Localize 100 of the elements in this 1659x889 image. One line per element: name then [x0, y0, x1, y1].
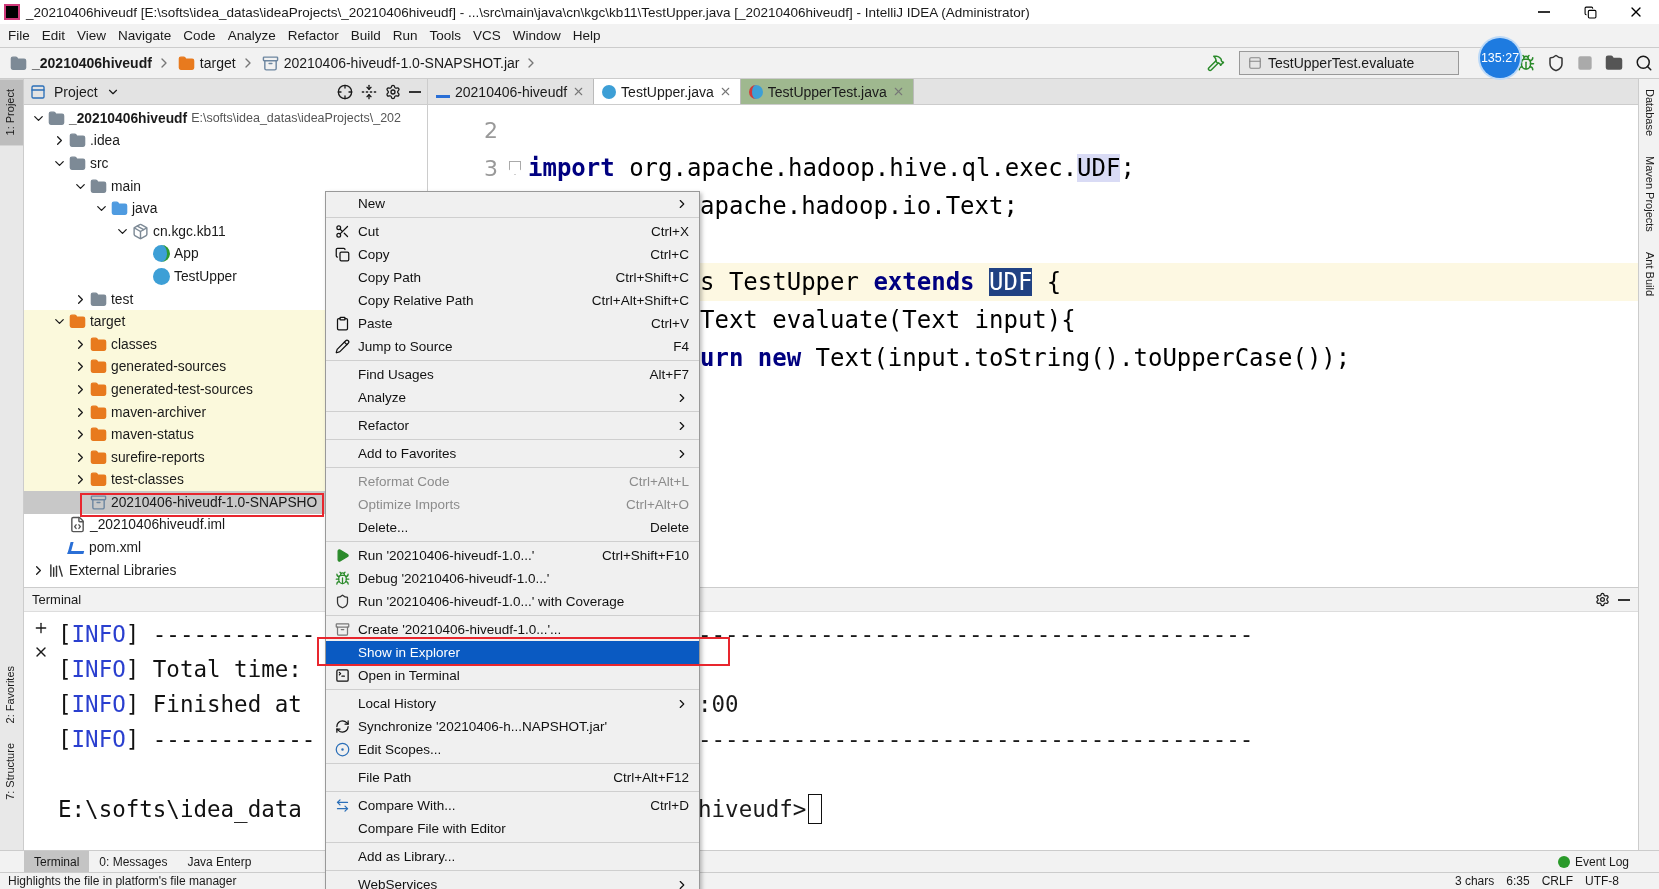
- archive-icon: [334, 622, 350, 637]
- encoding[interactable]: UTF-8: [1585, 874, 1659, 888]
- terminal-output: E:\softs\idea_data: [58, 795, 303, 822]
- minimize-icon[interactable]: [409, 90, 421, 93]
- menu-item[interactable]: Help: [566, 28, 607, 43]
- menu-item[interactable]: Refactor: [281, 28, 345, 43]
- terminal-output: [INFO] Total time:: [58, 655, 303, 682]
- terminal-output: :00: [698, 690, 739, 717]
- tool-window-tab[interactable]: 1: Project: [0, 79, 23, 146]
- tool-tab[interactable]: Terminal: [24, 851, 90, 872]
- menu-item[interactable]: Show in Explorer: [326, 641, 699, 664]
- menu-item[interactable]: Debug '20210406-hiveudf-1.0...': [326, 567, 699, 590]
- project-path: E:\softs\idea_datas\ideaProjects\_202: [191, 111, 401, 126]
- menu-item[interactable]: Open in Terminal: [326, 664, 699, 687]
- menu-item[interactable]: Edit Scopes...: [326, 738, 699, 761]
- arrows-icon: [334, 798, 350, 813]
- menu-item[interactable]: Synchronize '20210406-h...NAPSHOT.jar': [326, 715, 699, 738]
- tree-item[interactable]: src: [24, 152, 427, 175]
- menu-item[interactable]: Copy Ctrl+C: [326, 243, 699, 266]
- menu-item[interactable]: Code: [177, 28, 222, 43]
- bug-icon[interactable]: [1517, 54, 1535, 72]
- menu-item[interactable]: Run: [386, 28, 424, 43]
- minimize-icon[interactable]: [1618, 598, 1630, 601]
- tool-window-tab[interactable]: 2: Favorites: [0, 655, 23, 734]
- panel-title: Terminal: [32, 592, 82, 607]
- menu-item[interactable]: File: [2, 28, 36, 43]
- jar-icon: [261, 54, 279, 72]
- tool-window-tab[interactable]: 7: Structure: [0, 733, 23, 810]
- terminal-output: -----------------------------------------: [698, 620, 1254, 647]
- tool-window-tab[interactable]: Database: [1639, 79, 1659, 147]
- menu-item[interactable]: Window: [506, 28, 567, 43]
- editor-tab[interactable]: TestUpperTest.java: [740, 79, 914, 104]
- folder-icon: [90, 380, 107, 398]
- tool-tab[interactable]: 0: Messages: [89, 851, 178, 872]
- project-structure-icon[interactable]: [1605, 54, 1623, 72]
- copy-icon: [334, 247, 350, 262]
- app-logo: [4, 4, 20, 20]
- folder-icon: [90, 358, 107, 376]
- menu-item[interactable]: File Path Ctrl+Alt+F12: [326, 766, 699, 789]
- menu-item[interactable]: Run '20210406-hiveudf-1.0...' with Coverage: [326, 590, 699, 613]
- menu-item[interactable]: Cut Ctrl+X: [326, 220, 699, 243]
- search-icon[interactable]: [1635, 54, 1653, 72]
- tool-tab[interactable]: Java Enterp: [177, 851, 262, 872]
- folder-icon: [69, 155, 86, 172]
- tree-item[interactable]: _20210406hiveudf E:\softs\idea_datas\ideaProjects\_202: [24, 107, 427, 130]
- folder-icon: [90, 448, 107, 466]
- radio-icon: [334, 742, 350, 757]
- breadcrumb[interactable]: target: [199, 55, 240, 71]
- code-line: Text evaluate(Text input){: [700, 306, 1076, 334]
- editor-tab[interactable]: TestUpper.java: [594, 79, 741, 104]
- shield-icon: [334, 594, 350, 609]
- settings-icon: [385, 83, 401, 100]
- menu-item[interactable]: Copy Relative Path Ctrl+Alt+Shift+C: [326, 289, 699, 312]
- menu-item[interactable]: Run '20210406-hiveudf-1.0...' Ctrl+Shift+F10: [326, 544, 699, 567]
- code-line: apache.hadoop.io.Text;: [700, 192, 1018, 220]
- status-message: Highlights the file in platform's file manager: [8, 874, 237, 888]
- breadcrumb[interactable]: _20210406hiveudf: [32, 55, 156, 71]
- config-icon: [1248, 56, 1262, 70]
- menu-item[interactable]: Add to Favorites: [326, 442, 699, 465]
- class-icon: [153, 267, 170, 285]
- caret-position[interactable]: 6:35: [1506, 874, 1530, 888]
- menu-item[interactable]: Analyze: [221, 28, 282, 43]
- menu-item[interactable]: Build: [344, 28, 387, 43]
- menu-item[interactable]: WebServices: [326, 873, 699, 889]
- terminal-output: [INFO] ------------: [58, 620, 317, 647]
- module-folder-icon: [48, 109, 65, 127]
- package-icon: [132, 222, 149, 240]
- line-separator[interactable]: CRLF: [1541, 874, 1573, 888]
- menu-item[interactable]: View: [71, 28, 113, 43]
- menu-item[interactable]: Add as Library...: [326, 845, 699, 868]
- tree-item[interactable]: .idea: [24, 129, 427, 153]
- menu-item[interactable]: Local History: [326, 692, 699, 715]
- menu-item[interactable]: VCS: [467, 28, 507, 43]
- code-line: import org.apache.hadoop.hive.ql.exec.UDF;: [528, 154, 1135, 182]
- panel-title[interactable]: Project: [54, 83, 98, 100]
- menu-item[interactable]: Compare File with Editor: [326, 817, 699, 840]
- bug-icon: [334, 571, 350, 586]
- menu-item[interactable]: Edit: [35, 28, 72, 43]
- menu-item[interactable]: Navigate: [112, 28, 178, 43]
- tool-window-tab[interactable]: Ant Build: [1639, 241, 1659, 306]
- folder-icon: [69, 313, 86, 331]
- menu-item[interactable]: Tools: [423, 28, 467, 43]
- pencil-icon: [334, 339, 350, 354]
- hammer-icon[interactable]: [1207, 54, 1225, 72]
- folder-icon: [90, 290, 107, 308]
- run-configuration[interactable]: TestUpperTest.evaluate: [1239, 51, 1459, 75]
- folder-icon: [90, 335, 107, 353]
- menu-item[interactable]: Delete... Delete: [326, 516, 699, 539]
- menu-item[interactable]: Copy Path Ctrl+Shift+C: [326, 266, 699, 289]
- clipboard-icon: [334, 316, 350, 331]
- coverage-icon[interactable]: [1547, 54, 1565, 72]
- locate-icon: [337, 83, 353, 100]
- event-log-button[interactable]: Event Log: [1557, 854, 1659, 869]
- folder-icon: [90, 403, 107, 421]
- menu-item[interactable]: Refactor: [326, 414, 699, 437]
- breadcrumb[interactable]: 20210406-hiveudf-1.0-SNAPSHOT.jar: [283, 55, 524, 71]
- folder-icon: [177, 54, 195, 72]
- tool-window-tab[interactable]: Maven Projects: [1639, 146, 1659, 242]
- menu-item[interactable]: Compare With... Ctrl+D: [326, 794, 699, 817]
- menu-item[interactable]: Create '20210406-hiveudf-1.0...'...: [326, 618, 699, 641]
